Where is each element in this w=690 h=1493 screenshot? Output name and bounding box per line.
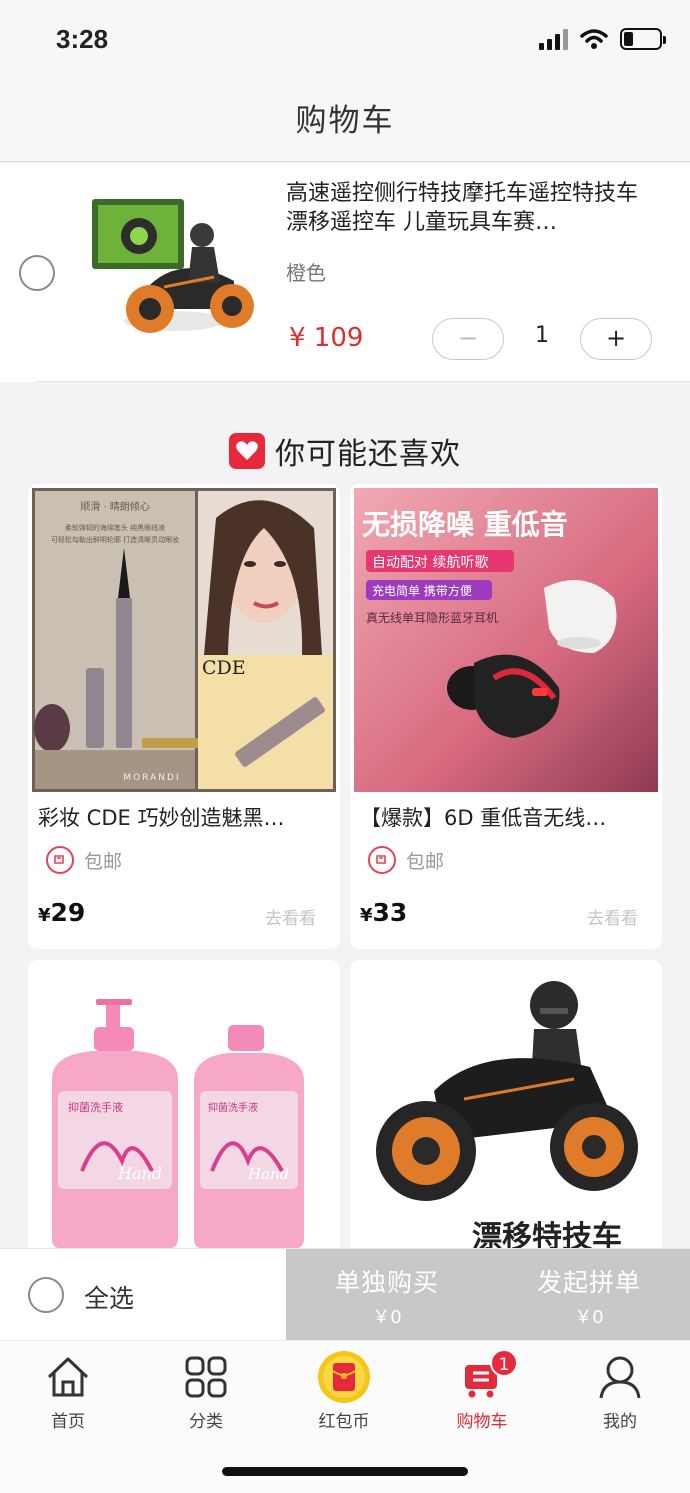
shipping-info: 包邮 (368, 846, 444, 874)
recommend-header: 你可能还喜欢 (0, 426, 690, 476)
checkout-bar: 全选 单独购买 ￥0 发起拼单 ￥0 (0, 1248, 690, 1341)
product-card[interactable]: 漂移特技车 (350, 960, 662, 1260)
group-buy-button[interactable]: 发起拼单 ￥0 (488, 1249, 690, 1341)
status-time: 3:28 (56, 24, 109, 54)
grid-icon (185, 1356, 227, 1398)
cart-item-checkbox[interactable] (19, 255, 55, 291)
page-title: 购物车 (295, 103, 395, 139)
svg-text:MORANDI: MORANDI (123, 773, 180, 783)
free-shipping-icon (368, 846, 396, 874)
status-icons (539, 28, 666, 50)
svg-text:抑菌洗手液: 抑菌洗手液 (68, 1100, 123, 1114)
product-title[interactable]: 彩妆 CDE 巧妙创造魅黑… (38, 802, 328, 832)
buy-alone-amount: ￥0 (372, 1307, 402, 1328)
cart-badge: 1 (490, 1349, 518, 1377)
shipping-info: 包邮 (46, 846, 122, 874)
price-value: 29 (50, 898, 86, 927)
status-bar: 3:28 (0, 0, 690, 84)
battery-icon (620, 28, 666, 50)
quantity-value[interactable]: 1 (522, 323, 562, 348)
svg-text:真无线单耳隐形蓝牙耳机: 真无线单耳隐形蓝牙耳机 (366, 611, 498, 625)
tab-cart[interactable]: 1 购物车 (432, 1349, 532, 1432)
tab-home-label: 首页 (51, 1412, 85, 1432)
group-buy-amount: ￥0 (574, 1307, 604, 1328)
product-image[interactable]: 顺滑 · 晴朗倾心 柔软弹韧的海绵笔头 纯黑眼线液 可轻松勾勒出鲜明轮廓 打造清… (32, 488, 336, 792)
cart-item-price: ¥ 109 (289, 323, 364, 353)
divider (36, 381, 690, 382)
tab-home[interactable]: 首页 (18, 1351, 118, 1432)
currency-symbol: ¥ (38, 905, 51, 926)
wifi-icon (580, 29, 608, 49)
svg-text:Hand: Hand (117, 1164, 162, 1183)
shipping-label: 包邮 (406, 850, 445, 873)
cart-item-spec[interactable]: 橙色 (286, 257, 326, 286)
nav-bar: 购物车 (0, 84, 690, 162)
buy-buttons: 单独购买 ￥0 发起拼单 ￥0 (286, 1249, 690, 1341)
home-indicator (222, 1467, 468, 1476)
tab-cart-label: 购物车 (456, 1412, 508, 1432)
currency-symbol: ¥ (360, 905, 373, 926)
product-image[interactable]: 抑菌洗手液 Hand 抑菌洗手液 Hand (32, 964, 336, 1260)
product-card[interactable]: 抑菌洗手液 Hand 抑菌洗手液 Hand (28, 960, 340, 1260)
product-price: ¥29 (38, 898, 85, 927)
recommend-title: 你可能还喜欢 (275, 437, 461, 472)
home-icon (47, 1357, 89, 1397)
product-price: ¥33 (360, 898, 407, 927)
cart-item[interactable]: 高速遥控侧行特技摩托车遥控特技车漂移遥控车 儿童玩具车赛… 橙色 ¥ 109 −… (0, 163, 690, 382)
heart-icon (229, 433, 265, 469)
svg-text:自动配对 续航听歌: 自动配对 续航听歌 (372, 554, 488, 571)
product-image[interactable]: 漂移特技车 (354, 964, 658, 1260)
select-all-checkbox[interactable] (28, 1277, 64, 1313)
view-button[interactable]: 去看看 (587, 904, 638, 929)
group-buy-label: 发起拼单 (536, 1268, 641, 1297)
product-image[interactable]: 无损降噪 重低音 自动配对 续航听歌 充电简单 携带方便 真无线单耳隐形蓝牙耳机 (354, 488, 658, 792)
product-card[interactable]: 无损降噪 重低音 自动配对 续航听歌 充电简单 携带方便 真无线单耳隐形蓝牙耳机… (350, 484, 662, 949)
user-icon (599, 1356, 641, 1399)
free-shipping-icon (46, 846, 74, 874)
select-all-label[interactable]: 全选 (84, 1279, 134, 1315)
svg-text:柔软弹韧的海绵笔头 纯黑眼线液: 柔软弹韧的海绵笔头 纯黑眼线液 (65, 523, 165, 532)
signal-icon (539, 28, 568, 50)
svg-text:Hand: Hand (247, 1165, 289, 1183)
svg-text:顺滑 · 晴朗倾心: 顺滑 · 晴朗倾心 (80, 500, 150, 513)
tab-red-envelope-label: 红包币 (318, 1412, 370, 1432)
view-button[interactable]: 去看看 (265, 904, 316, 929)
cart-item-title[interactable]: 高速遥控侧行特技摩托车遥控特技车漂移遥控车 儿童玩具车赛… (286, 179, 656, 237)
product-card[interactable]: 顺滑 · 晴朗倾心 柔软弹韧的海绵笔头 纯黑眼线液 可轻松勾勒出鲜明轮廓 打造清… (28, 484, 340, 949)
svg-text:无损降噪 重低音: 无损降噪 重低音 (362, 508, 568, 541)
quantity-decrease-button[interactable]: − (432, 318, 504, 360)
buy-alone-label: 单独购买 (334, 1268, 439, 1297)
tab-profile[interactable]: 我的 (570, 1351, 670, 1432)
tab-profile-label: 我的 (603, 1412, 637, 1432)
svg-text:可轻松勾勒出鲜明轮廓 打造清晰灵动眼妆: 可轻松勾勒出鲜明轮廓 打造清晰灵动眼妆 (51, 535, 179, 544)
price-value: 33 (372, 898, 408, 927)
tab-category-label: 分类 (189, 1412, 223, 1432)
buy-alone-button[interactable]: 单独购买 ￥0 (286, 1249, 488, 1341)
product-title[interactable]: 【爆款】6D 重低音无线… (360, 802, 650, 832)
quantity-increase-button[interactable]: + (580, 318, 652, 360)
red-envelope-icon (318, 1351, 370, 1403)
svg-text:抑菌洗手液: 抑菌洗手液 (208, 1101, 258, 1114)
svg-text:充电简单 携带方便: 充电简单 携带方便 (372, 583, 472, 598)
tab-red-envelope[interactable]: 红包币 (294, 1351, 394, 1432)
shipping-label: 包邮 (84, 850, 123, 873)
svg-text:CDE: CDE (202, 657, 246, 679)
tab-category[interactable]: 分类 (156, 1351, 256, 1432)
cart-item-image[interactable] (84, 191, 274, 351)
